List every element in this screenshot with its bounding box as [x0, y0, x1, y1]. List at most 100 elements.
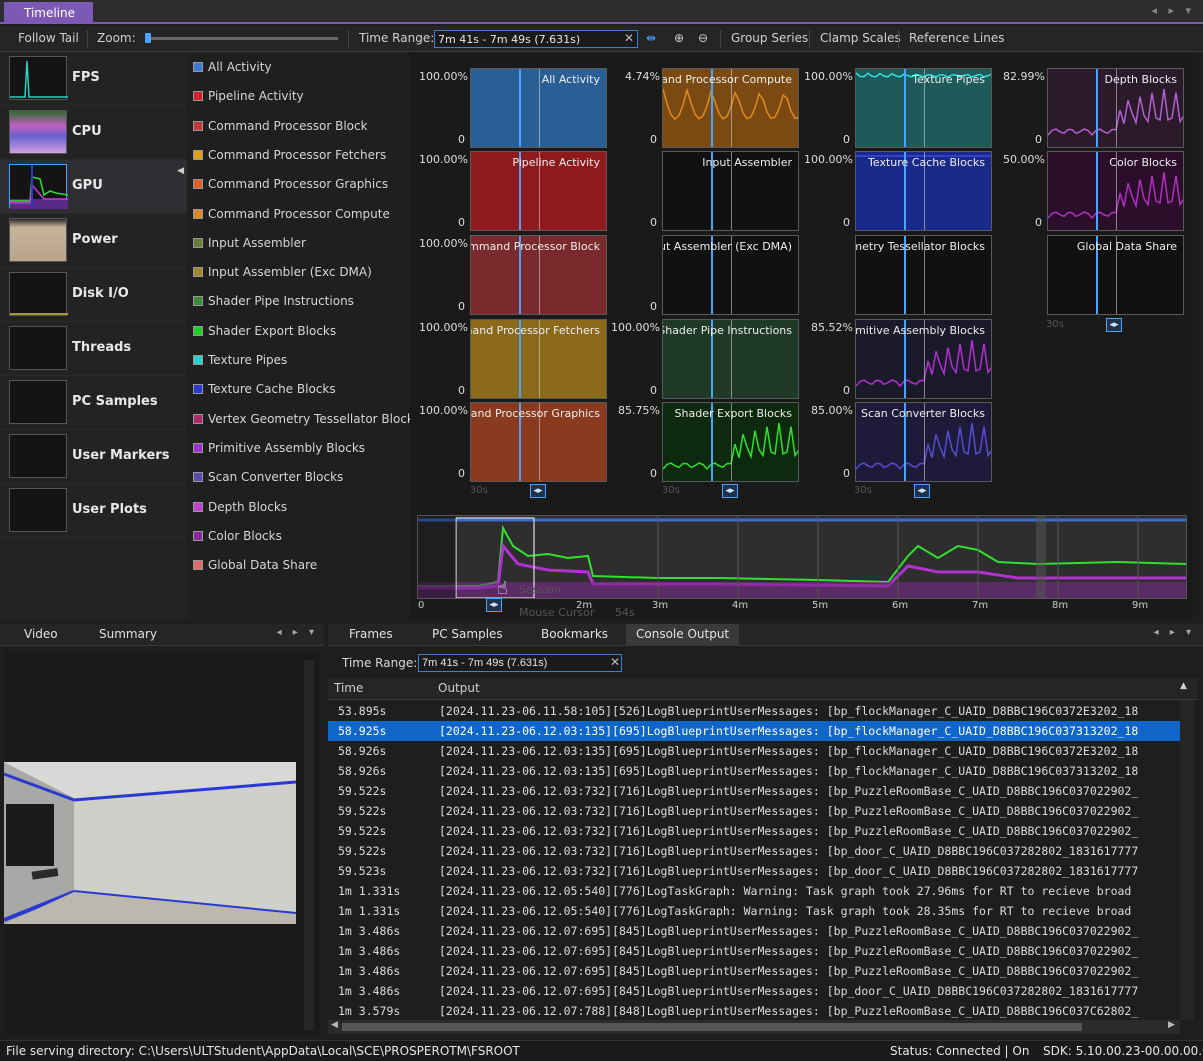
console-row[interactable]: 59.522s [2024.11.23-06.12.03:732][716]Log… [328, 841, 1180, 861]
mini-chart[interactable]: mand Processor Compute [662, 68, 799, 148]
console-horizontal-scrollbar[interactable]: ◀ ▶ [328, 1020, 1180, 1034]
mini-chart[interactable]: rimitive Assembly Blocks [855, 319, 992, 399]
mini-chart[interactable]: Shader Pipe Instructions [662, 319, 799, 399]
console-vertical-scrollbar[interactable] [1180, 700, 1194, 1020]
tab-scroll-arrows[interactable]: ◂ ▸ ▾ [1151, 4, 1195, 17]
console-row[interactable]: 58.925s [2024.11.23-06.12.03:135][695]Log… [328, 721, 1180, 741]
legend-item[interactable]: Primitive Assembly Blocks [193, 441, 365, 461]
legend-item[interactable]: Scan Converter Blocks [193, 470, 343, 490]
tab-bookmarks[interactable]: Bookmarks [541, 627, 608, 641]
legend-item[interactable]: Shader Pipe Instructions [193, 294, 354, 314]
clear-time-range-icon[interactable]: ✕ [624, 31, 634, 45]
category-disk-io[interactable]: Disk I/O [0, 268, 187, 322]
legend-item[interactable]: Command Processor Compute [193, 207, 390, 227]
legend-item[interactable]: Vertex Geometry Tessellator Blocks [193, 412, 420, 432]
scroll-left-icon[interactable]: ◀ [331, 1020, 338, 1030]
overview-range-handle[interactable]: ◂▸ [486, 598, 502, 612]
mini-chart[interactable]: Scan Converter Blocks [855, 402, 992, 482]
legend-item[interactable]: Command Processor Graphics [193, 177, 388, 197]
mini-chart[interactable]: Input Assembler [662, 151, 799, 231]
panel-tab-arrows[interactable]: ◂ ▸ ▾ [1154, 627, 1195, 638]
category-user-markers[interactable]: User Markers [0, 430, 187, 484]
mini-chart[interactable]: put Assembler (Exc DMA) [662, 235, 799, 315]
console-row[interactable]: 59.523s [2024.11.23-06.12.03:732][716]Log… [328, 861, 1180, 881]
mini-chart[interactable]: Color Blocks [1047, 151, 1184, 231]
console-row[interactable]: 1m 1.331s [2024.11.23-06.12.05:540][776]L… [328, 901, 1180, 921]
reference-lines-button[interactable]: Reference Lines [909, 31, 1005, 45]
zoom-slider-thumb[interactable] [145, 33, 151, 43]
mini-chart[interactable]: ometry Tessellator Blocks [855, 235, 992, 315]
legend-item[interactable]: Command Processor Block [193, 119, 368, 139]
legend-item[interactable]: Input Assembler [193, 236, 306, 256]
console-row[interactable]: 59.522s [2024.11.23-06.12.03:732][716]Log… [328, 801, 1180, 821]
tab-console-output[interactable]: Console Output [626, 624, 740, 646]
console-time-range-input[interactable] [418, 654, 622, 672]
category-gpu[interactable]: GPU ◀ [0, 160, 187, 214]
legend-item[interactable]: Texture Cache Blocks [193, 382, 336, 402]
scroll-up-icon[interactable]: ▲ [1180, 681, 1187, 691]
column-time[interactable]: Time [334, 681, 363, 695]
mini-chart[interactable]: mand Processor Fetchers [470, 319, 607, 399]
mini-chart[interactable]: Global Data Share [1047, 235, 1184, 315]
legend-item[interactable]: Global Data Share [193, 558, 317, 578]
tab-video[interactable]: Video [24, 627, 58, 641]
scroll-right-icon[interactable]: ▶ [1168, 1020, 1175, 1030]
chart-range-handle[interactable]: ◂▸ [530, 484, 546, 498]
panel-tab-arrows[interactable]: ◂ ▸ ▾ [277, 627, 318, 638]
legend-item[interactable]: Input Assembler (Exc DMA) [193, 265, 372, 285]
console-row[interactable]: 53.895s [2024.11.23-06.11.58:105][526]Log… [328, 701, 1180, 721]
category-fps[interactable]: FPS [0, 52, 187, 106]
mini-chart[interactable]: Pipeline Activity [470, 151, 607, 231]
mini-chart[interactable]: Depth Blocks [1047, 68, 1184, 148]
category-cpu[interactable]: CPU [0, 106, 187, 160]
console-row[interactable]: 58.926s [2024.11.23-06.12.03:135][695]Log… [328, 741, 1180, 761]
console-row[interactable]: 59.522s [2024.11.23-06.12.03:732][716]Log… [328, 821, 1180, 841]
zoom-slider-track[interactable] [148, 37, 338, 40]
category-user-plots[interactable]: User Plots [0, 484, 187, 538]
legend-item[interactable]: Pipeline Activity [193, 89, 304, 109]
tab-timeline[interactable]: Timeline [4, 2, 93, 24]
mini-chart[interactable]: Texture Cache Blocks [855, 151, 992, 231]
category-threads[interactable]: Threads [0, 322, 187, 376]
mini-chart[interactable]: All Activity [470, 68, 607, 148]
category-power[interactable]: Power [0, 214, 187, 268]
category-pc-samples[interactable]: PC Samples [0, 376, 187, 430]
console-row[interactable]: 1m 3.486s [2024.11.23-06.12.07:695][845]L… [328, 941, 1180, 961]
legend-item[interactable]: Command Processor Fetchers [193, 148, 386, 168]
chart-range-handle[interactable]: ◂▸ [914, 484, 930, 498]
clamp-scales-button[interactable]: Clamp Scales [820, 31, 901, 45]
tab-pc-samples[interactable]: PC Samples [432, 627, 503, 641]
time-range-input[interactable] [434, 30, 638, 48]
mini-chart[interactable]: Shader Export Blocks [662, 402, 799, 482]
tab-summary[interactable]: Summary [99, 627, 157, 641]
group-series-button[interactable]: Group Series [731, 31, 808, 45]
category-list: FPS CPU GPU ◀ Power Disk I/O Threads PC … [0, 52, 187, 620]
console-row[interactable]: 58.926s [2024.11.23-06.12.03:135][695]Log… [328, 761, 1180, 781]
zoom-in-icon[interactable]: ⊕ [674, 31, 684, 45]
console-row[interactable]: 59.522s [2024.11.23-06.12.03:732][716]Log… [328, 781, 1180, 801]
legend-item[interactable]: Color Blocks [193, 529, 282, 549]
legend-item[interactable]: Depth Blocks [193, 500, 287, 520]
follow-tail-button[interactable]: Follow Tail [18, 31, 79, 45]
chart-range-handle[interactable]: ◂▸ [1106, 318, 1122, 332]
console-row[interactable]: 1m 3.486s [2024.11.23-06.12.07:695][845]L… [328, 921, 1180, 941]
mini-chart[interactable]: mand Processor Graphics [470, 402, 607, 482]
zoom-out-icon[interactable]: ⊖ [698, 31, 708, 45]
console-row[interactable]: 1m 3.486s [2024.11.23-06.12.07:695][845]L… [328, 961, 1180, 981]
mini-chart[interactable]: ommand Processor Block [470, 235, 607, 315]
console-row[interactable]: 1m 3.579s [2024.11.23-06.12.07:788][848]L… [328, 1001, 1180, 1018]
console-row[interactable]: 1m 3.486s [2024.11.23-06.12.07:695][845]L… [328, 981, 1180, 1001]
chart-range-handle[interactable]: ◂▸ [722, 484, 738, 498]
legend-item[interactable]: Shader Export Blocks [193, 324, 336, 344]
collapse-arrow-icon[interactable]: ◀ [177, 166, 184, 176]
legend-item[interactable]: Texture Pipes [193, 353, 287, 373]
video-scrollbar[interactable] [304, 660, 314, 1030]
tab-frames[interactable]: Frames [349, 627, 393, 641]
mini-chart[interactable]: Texture Pipes [855, 68, 992, 148]
fit-range-icon[interactable]: ⇹ [646, 31, 656, 45]
horizontal-scroll-thumb[interactable] [342, 1023, 1082, 1031]
legend-item[interactable]: All Activity [193, 60, 272, 80]
console-row[interactable]: 1m 1.331s [2024.11.23-06.12.05:540][776]L… [328, 881, 1180, 901]
column-output[interactable]: Output [438, 681, 480, 695]
clear-console-range-icon[interactable]: ✕ [610, 655, 620, 669]
